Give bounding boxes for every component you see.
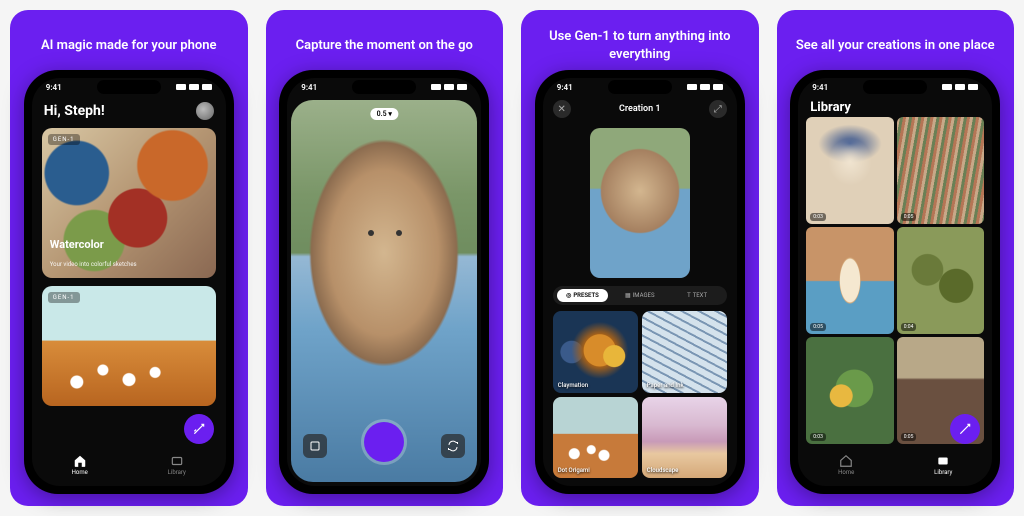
presets-icon: ◎	[566, 292, 571, 299]
gallery-thumb-button[interactable]	[303, 434, 327, 458]
home-header: Hi, Steph!	[32, 96, 226, 124]
tab-images[interactable]: ▦IMAGES	[614, 289, 665, 302]
tab-bar: Home Library	[798, 448, 992, 486]
status-icons	[431, 84, 467, 90]
screen-4: 9:41 Library 0:03 0:05 0:05 0:04 0:03 0:…	[798, 78, 992, 486]
close-button[interactable]: ✕	[553, 100, 571, 118]
status-icons	[687, 84, 723, 90]
appstore-panel-2: Capture the moment on the go 9:41 0.5 ▾	[266, 10, 504, 506]
status-time: 9:41	[46, 83, 62, 92]
close-icon: ✕	[558, 104, 566, 115]
wand-icon	[958, 422, 972, 436]
tab-home[interactable]: Home	[838, 454, 854, 476]
face-graphic	[368, 230, 374, 236]
library-icon	[170, 454, 184, 468]
preset-paper-ink[interactable]: Paper and Ink	[642, 311, 727, 393]
appstore-panel-1: AI magic made for your phone 9:41 Hi, St…	[10, 10, 248, 506]
gen1-badge: GEN-1	[48, 134, 80, 145]
gen1-badge: GEN-1	[48, 292, 80, 303]
images-icon: ▦	[625, 292, 631, 299]
dynamic-island	[352, 80, 416, 94]
screen-2: 9:41 0.5 ▾	[287, 78, 481, 486]
dynamic-island	[863, 80, 927, 94]
dynamic-island	[97, 80, 161, 94]
preset-claymation[interactable]: Claymation	[553, 311, 638, 393]
expand-button[interactable]: ⤢	[709, 100, 727, 118]
status-bar: 9:41	[32, 78, 226, 96]
status-bar: 9:41	[798, 78, 992, 96]
tab-bar: Home Library	[32, 448, 226, 486]
phone-frame-3: 9:41 ✕ Creation 1 ⤢ ◎PRESETS ▦IMAGES TTE…	[535, 70, 745, 494]
card-title: Watercolor	[50, 238, 137, 251]
library-item-5[interactable]: 0:03	[806, 337, 894, 444]
library-item-3[interactable]: 0:05	[806, 227, 894, 334]
wand-icon	[192, 422, 206, 436]
appstore-panel-3: Use Gen-1 to turn anything into everythi…	[521, 10, 759, 506]
library-grid: 0:03 0:05 0:05 0:04 0:03 0:05	[798, 117, 992, 448]
panel-3-caption: Use Gen-1 to turn anything into everythi…	[531, 22, 749, 70]
preset-grid: Claymation Paper and Ink Dot Origami Clo…	[543, 307, 737, 486]
status-time: 9:41	[557, 83, 573, 92]
screen-1: 9:41 Hi, Steph! GEN-1 Watercolor Your vi…	[32, 78, 226, 486]
creation-header: ✕ Creation 1 ⤢	[543, 96, 737, 122]
status-bar: 9:41	[287, 78, 481, 96]
preset-cloudscape[interactable]: Cloudscape	[642, 397, 727, 479]
panel-1-caption: AI magic made for your phone	[37, 22, 220, 70]
chevron-down-icon: ▾	[388, 110, 392, 118]
phone-frame-2: 9:41 0.5 ▾	[279, 70, 489, 494]
screen-3: 9:41 ✕ Creation 1 ⤢ ◎PRESETS ▦IMAGES TTE…	[543, 78, 737, 486]
text-icon: T	[687, 292, 691, 299]
home-icon	[73, 454, 87, 468]
video-preview[interactable]	[590, 128, 690, 278]
timer-pill[interactable]: 0.5 ▾	[371, 108, 398, 120]
phone-frame-4: 9:41 Library 0:03 0:05 0:05 0:04 0:03 0:…	[790, 70, 1000, 494]
mode-tabs: ◎PRESETS ▦IMAGES TTEXT	[553, 286, 727, 305]
tab-library[interactable]: Library	[934, 454, 952, 476]
card-subtitle: Your video into colorful sketches	[50, 261, 137, 268]
preset-card-2[interactable]: GEN-1	[42, 286, 216, 406]
gallery-icon	[309, 440, 321, 452]
tab-text[interactable]: TTEXT	[671, 289, 722, 302]
preset-card-watercolor[interactable]: GEN-1 Watercolor Your video into colorfu…	[42, 128, 216, 278]
library-item-4[interactable]: 0:04	[897, 227, 985, 334]
library-title: Library	[798, 96, 992, 117]
phone-frame-1: 9:41 Hi, Steph! GEN-1 Watercolor Your vi…	[24, 70, 234, 494]
status-icons	[942, 84, 978, 90]
tab-presets[interactable]: ◎PRESETS	[557, 289, 608, 302]
home-icon	[839, 454, 853, 468]
status-icons	[176, 84, 212, 90]
flip-camera-button[interactable]	[441, 434, 465, 458]
dynamic-island	[608, 80, 672, 94]
tab-library[interactable]: Library	[168, 454, 186, 476]
shutter-button[interactable]	[364, 422, 404, 462]
camera-viewfinder[interactable]: 0.5 ▾	[291, 100, 477, 482]
create-fab-button[interactable]	[184, 414, 214, 444]
status-time: 9:41	[301, 83, 317, 92]
panel-4-caption: See all your creations in one place	[792, 22, 999, 70]
appstore-panel-4: See all your creations in one place 9:41…	[777, 10, 1015, 506]
creation-title: Creation 1	[619, 104, 661, 114]
status-bar: 9:41	[543, 78, 737, 96]
expand-icon: ⤢	[714, 104, 722, 115]
library-icon	[936, 454, 950, 468]
library-item-2[interactable]: 0:05	[897, 117, 985, 224]
flip-icon	[447, 440, 459, 452]
library-item-1[interactable]: 0:03	[806, 117, 894, 224]
panel-2-caption: Capture the moment on the go	[292, 22, 477, 70]
status-time: 9:41	[812, 83, 828, 92]
tab-home[interactable]: Home	[72, 454, 88, 476]
greeting-text: Hi, Steph!	[44, 103, 105, 119]
profile-avatar[interactable]	[196, 102, 214, 120]
preset-origami[interactable]: Dot Origami	[553, 397, 638, 479]
